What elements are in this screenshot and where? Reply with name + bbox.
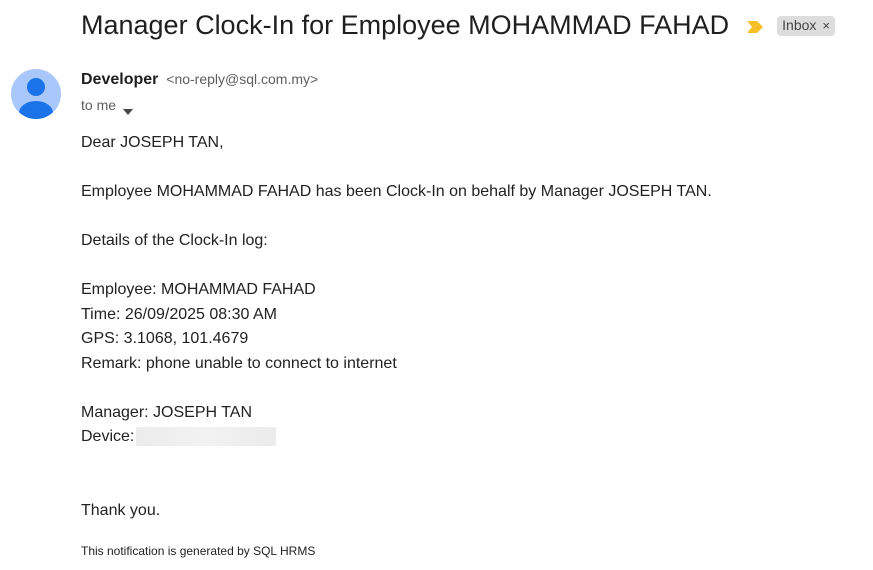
email-subject: Manager Clock-In for Employee MOHAMMAD F… <box>81 10 730 40</box>
detail-device: Device: <box>81 425 841 450</box>
recipient-line: to me <box>81 97 134 115</box>
closing: Thank you. <box>81 501 161 519</box>
sender-avatar[interactable] <box>11 69 61 119</box>
recipient-text: to me <box>81 97 117 113</box>
email-view: Manager Clock-In for Employee MOHAMMAD F… <box>0 0 873 570</box>
redacted-device-value <box>136 427 277 447</box>
greeting: Dear JOSEPH TAN, <box>81 134 224 151</box>
inbox-label-text: Inbox <box>782 17 817 33</box>
subject-row: Manager Clock-In for Employee MOHAMMAD F… <box>81 10 836 41</box>
recipient-details-dropdown-icon[interactable] <box>123 102 134 115</box>
sender-email: <no-reply@sql.com.my> <box>166 71 319 87</box>
importance-marker-icon[interactable] <box>747 20 764 33</box>
detail-manager: Manager: JOSEPH TAN <box>81 403 253 421</box>
detail-time: Time: 26/09/2025 08:30 AM <box>81 305 277 323</box>
footer-note: This notification is generated by SQL HR… <box>81 544 316 558</box>
sender-line: Developer <no-reply@sql.com.my> <box>81 71 318 89</box>
sender-name[interactable]: Developer <box>81 71 158 88</box>
remove-label-icon[interactable]: × <box>822 18 830 33</box>
device-label: Device: <box>81 428 135 445</box>
inbox-label-chip[interactable]: Inbox × <box>777 15 836 36</box>
default-avatar-icon <box>19 78 53 119</box>
detail-employee: Employee: MOHAMMAD FAHAD <box>81 281 316 298</box>
details-heading: Details of the Clock-In log: <box>81 232 268 249</box>
detail-gps: GPS: 3.1068, 101.4679 <box>81 330 249 347</box>
email-body: Dear JOSEPH TAN, Employee MOHAMMAD FAHAD… <box>81 131 841 523</box>
detail-remark: Remark: phone unable to connect to inter… <box>81 354 397 372</box>
intro-text: Employee MOHAMMAD FAHAD has been Clock-I… <box>81 183 712 200</box>
